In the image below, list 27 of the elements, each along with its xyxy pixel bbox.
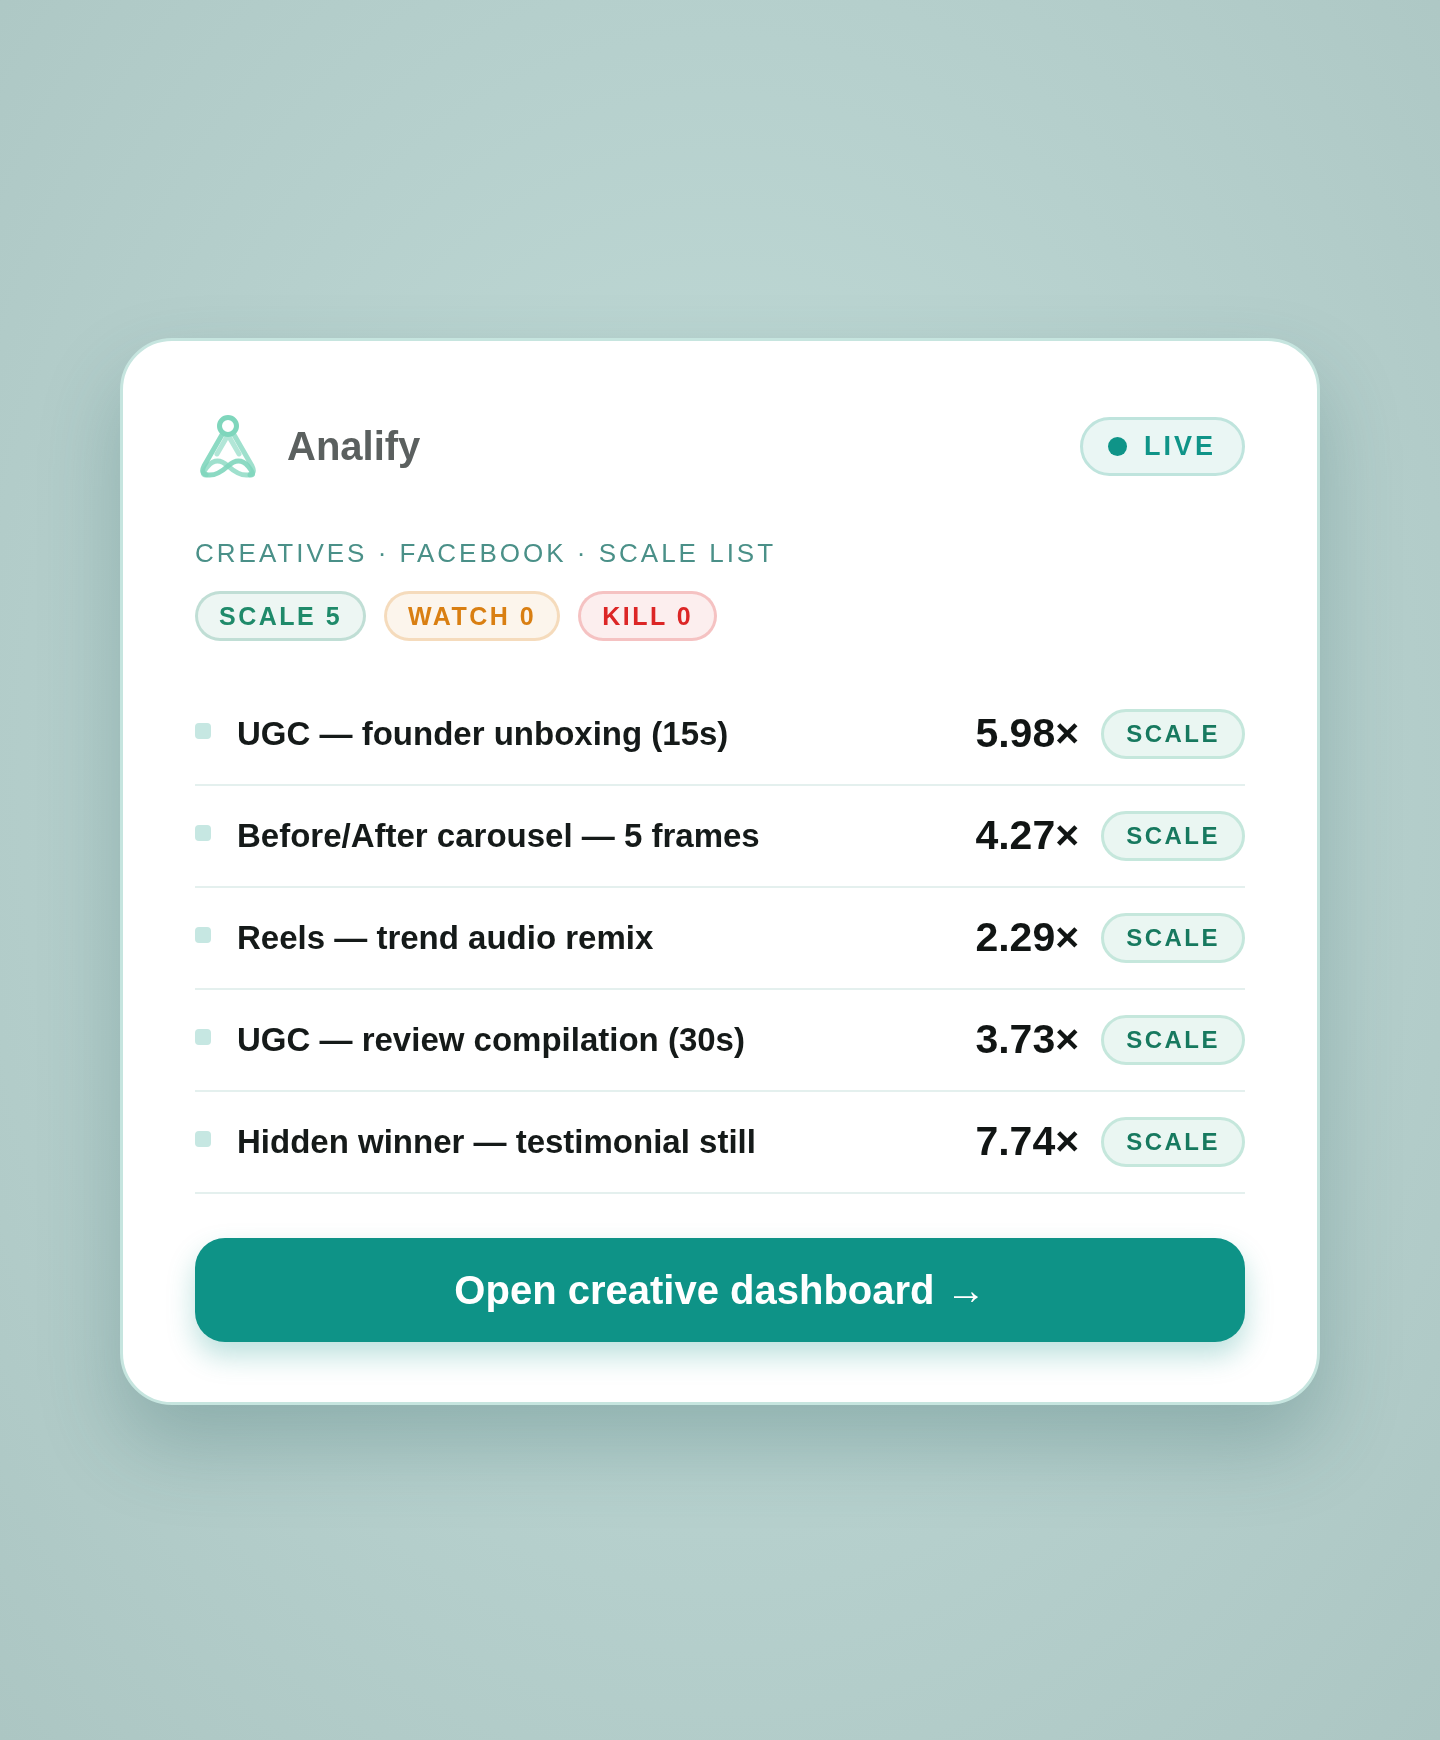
status-tag: SCALE xyxy=(1101,1015,1245,1065)
creative-title: Reels — trend audio remix xyxy=(237,918,654,959)
breadcrumb: CREATIVES · FACEBOOK · SCALE LIST xyxy=(195,537,778,569)
roas-value: 7.74× xyxy=(975,1117,1080,1167)
bullet-icon xyxy=(195,825,211,841)
roas-value: 2.29× xyxy=(975,913,1080,963)
creative-title: UGC — founder unboxing (15s) xyxy=(237,714,729,755)
live-label: LIVE xyxy=(1144,432,1216,460)
summary-pill: WATCH 0 xyxy=(384,591,561,641)
roas-value: 3.73× xyxy=(975,1015,1080,1065)
bullet-icon xyxy=(195,1131,211,1147)
creative-title: Hidden winner — testimonial still xyxy=(237,1122,756,1163)
status-tag: SCALE xyxy=(1101,1117,1245,1167)
creative-title: UGC — review compilation (30s) xyxy=(237,1020,745,1061)
bullet-icon xyxy=(195,1029,211,1045)
roas-value: 5.98× xyxy=(975,709,1080,759)
bullet-icon xyxy=(195,927,211,943)
status-tag: SCALE xyxy=(1101,913,1245,963)
status-tag: SCALE xyxy=(1101,811,1245,861)
brand-name: Analify xyxy=(287,426,421,466)
bullet-icon xyxy=(195,723,211,739)
open-dashboard-button[interactable]: Open creative dashboard → xyxy=(195,1238,1245,1342)
status-tag: SCALE xyxy=(1101,709,1245,759)
roas-value: 4.27× xyxy=(975,811,1080,861)
creative-title: Before/After carousel — 5 frames xyxy=(237,816,760,857)
summary-pill: SCALE 5 xyxy=(195,591,367,641)
summary-pill: KILL 0 xyxy=(578,591,718,641)
